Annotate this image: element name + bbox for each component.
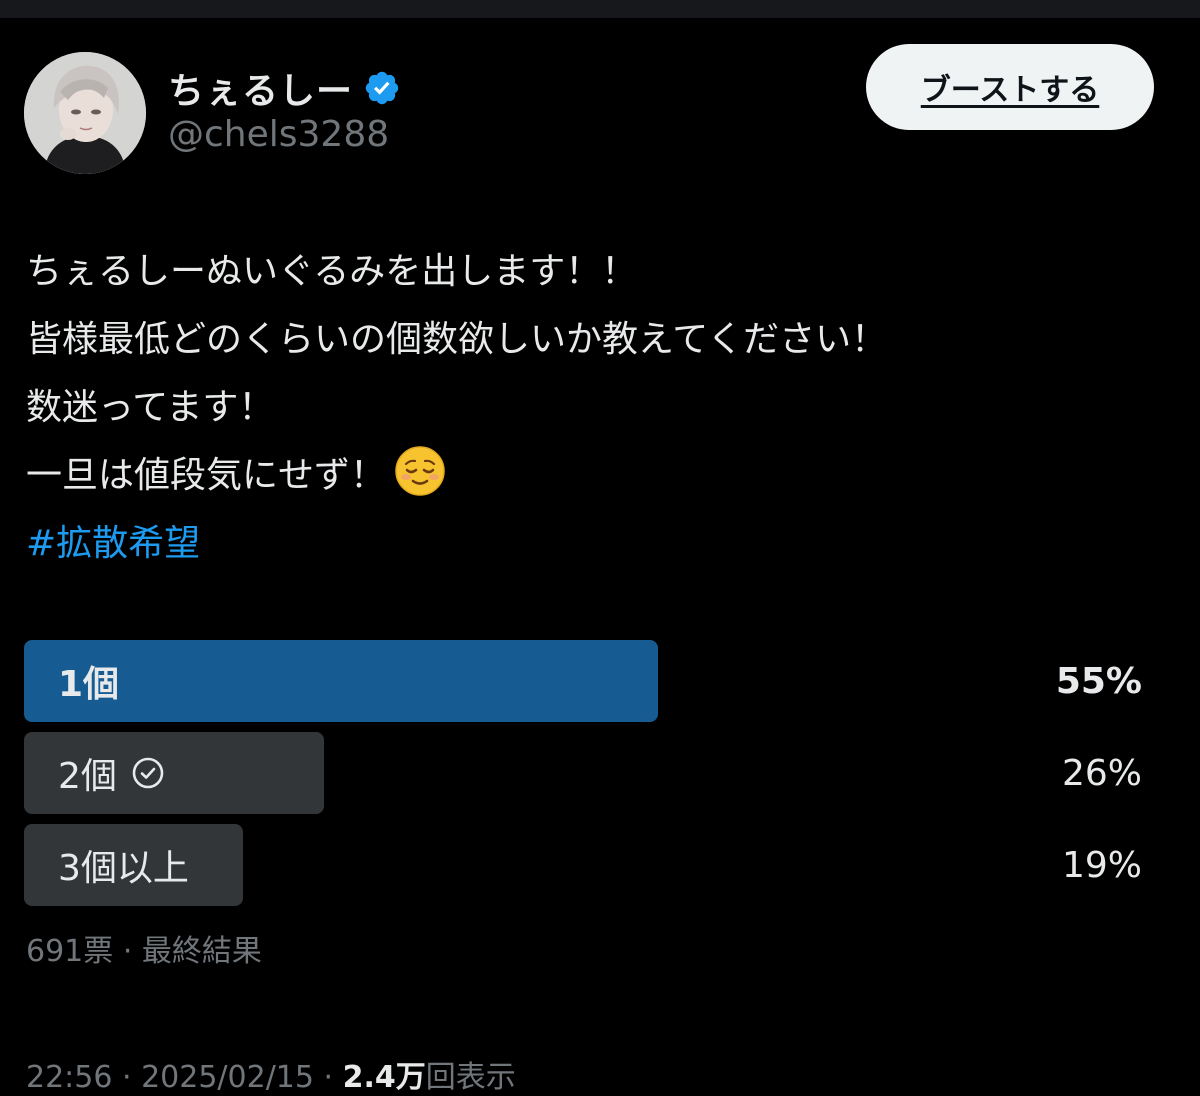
poll-vote-count: 691票	[26, 934, 114, 969]
top-strip	[0, 0, 1200, 18]
poll-option-text: 1個	[58, 664, 120, 705]
relieved-face-emoji-icon	[394, 445, 446, 497]
tweet-timestamp[interactable]: 22:56 · 2025/02/15	[26, 1060, 314, 1095]
poll-meta-separator: ·	[122, 934, 133, 969]
author-display-name[interactable]: ちぇるしー	[168, 62, 353, 114]
views-count: 2.4万	[342, 1060, 426, 1095]
poll-option-percent: 55%	[1055, 660, 1142, 702]
poll-option-label: 2個	[58, 732, 165, 814]
tweet-line: 皆様最低どのくらいの個数欲しいか教えてください！	[26, 319, 888, 360]
poll-bar	[24, 640, 658, 722]
poll-option-text: 3個以上	[58, 848, 189, 889]
boost-button[interactable]: ブーストする	[866, 44, 1154, 130]
poll-option-percent: 19%	[1061, 844, 1142, 886]
poll-option-label: 3個以上	[58, 824, 189, 906]
poll-status: 最終結果	[141, 934, 262, 969]
tweet-text: ちぇるしーぬいぐるみを出します！！ 皆様最低どのくらいの個数欲しいか教えてくださ…	[26, 238, 1176, 578]
poll-option-text: 2個	[58, 756, 117, 797]
poll-option-3[interactable]: 3個以上 19%	[24, 824, 1144, 906]
author-handle[interactable]: @chels3288	[168, 114, 389, 155]
author-name-row: ちぇるしー	[168, 62, 401, 114]
footer-separator: ·	[323, 1060, 334, 1095]
tweet-line: 一旦は値段気にせず！	[26, 455, 387, 496]
poll-option-label: 1個	[58, 640, 119, 722]
views-label: 回表示	[425, 1060, 516, 1095]
poll-option-2[interactable]: 2個 26%	[24, 732, 1144, 814]
tweet-line-with-emoji: 一旦は値段気にせず！	[26, 442, 1176, 510]
poll-option-1[interactable]: 1個 55%	[24, 640, 1144, 722]
tweet-line: 数迷ってます！	[26, 387, 275, 428]
tweet-line: ちぇるしーぬいぐるみを出します！！	[26, 251, 638, 292]
poll-option-percent: 26%	[1061, 752, 1142, 794]
check-circle-icon	[131, 756, 165, 790]
verified-badge-icon	[363, 69, 401, 107]
avatar-image	[24, 52, 146, 174]
poll: 1個 55% 2個 26% 3個以上 19%	[24, 640, 1144, 916]
avatar[interactable]	[24, 52, 146, 174]
hashtag-link[interactable]: #拡散希望	[26, 510, 1176, 578]
poll-meta: 691票 · 最終結果	[26, 926, 262, 970]
tweet-footer: 22:56 · 2025/02/15 · 2.4万回表示	[26, 1052, 516, 1096]
